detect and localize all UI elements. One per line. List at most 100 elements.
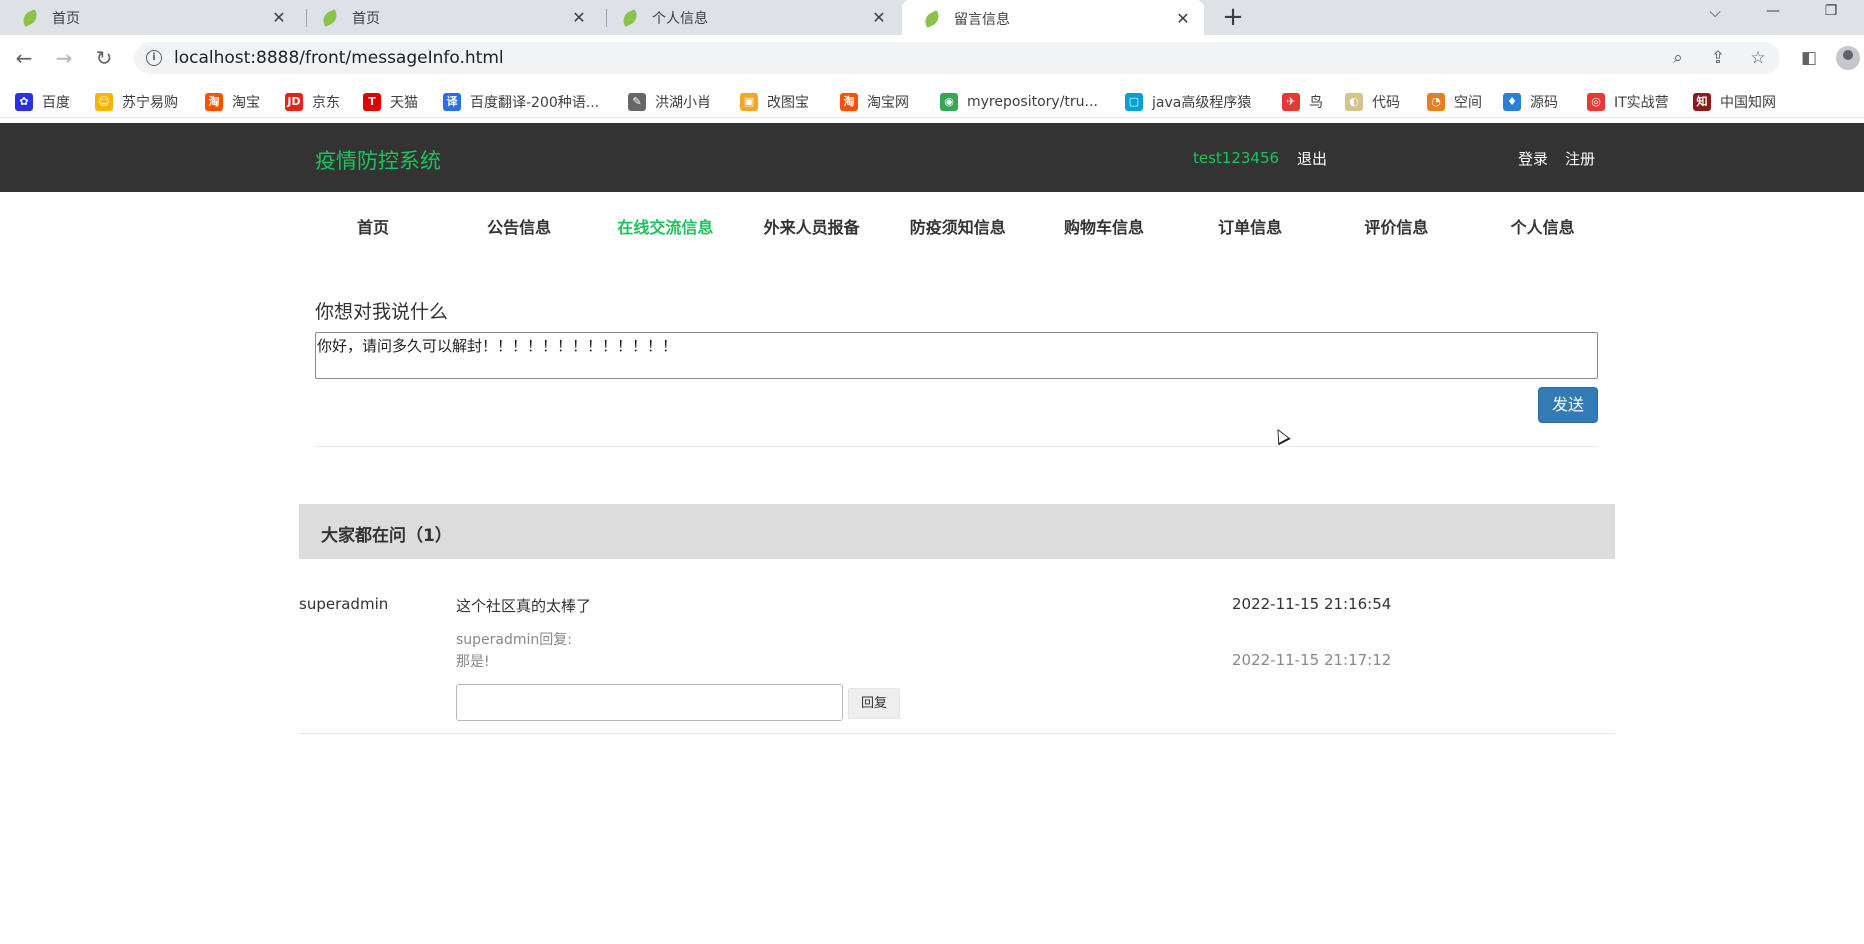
bookmark-item[interactable]: JD 京东 <box>285 90 340 114</box>
message-prompt-label: 你想对我说什么 <box>315 301 449 323</box>
leaf-favicon-icon <box>922 9 942 28</box>
bookmark-label: 天猫 <box>390 95 418 111</box>
nav-item[interactable]: 评价信息 <box>1323 214 1469 238</box>
bookmark-label: myrepository/tru... <box>967 94 1098 110</box>
bookmarks-bar: ✿ 百度 ☺ 苏宁易购淘淘宝 JD 京东 T 天猫译百度翻译-200种语... ✎ 洪湖小肖 ▣ 改图… <box>0 86 1864 118</box>
bookmark-label: java高级程序猿 <box>1152 95 1252 111</box>
bookmark-item[interactable]: ✎ 洪湖小肖 <box>628 90 711 114</box>
nav-item[interactable]: 个人信息 <box>1470 214 1616 238</box>
tab-title: 个人信息 <box>652 10 708 27</box>
bookmark-item[interactable]: T 天猫 <box>363 90 418 114</box>
bookmark-label: IT实战营 <box>1614 95 1669 111</box>
bookmark-item[interactable]: ◉ myrepository/tru... <box>940 90 1098 114</box>
address-bar[interactable]: i localhost:8888/front/messageInfo.html … <box>134 42 1780 74</box>
bookmark-item[interactable]: ▣ 改图宝 <box>740 90 809 114</box>
tmall-icon: T <box>363 93 381 111</box>
tab-close-icon[interactable]: ✕ <box>1174 9 1192 28</box>
bookmark-label: 中国知网 <box>1720 95 1776 111</box>
bookmark-label: 淘宝网 <box>867 95 909 111</box>
baidu-paw-icon: ✿ <box>15 93 33 111</box>
chrome-icon: ◉ <box>940 93 958 111</box>
nav-item[interactable]: 外来人员报备 <box>739 214 885 238</box>
back-arrow-icon[interactable]: ← <box>10 44 38 72</box>
logout-link[interactable]: 退出 <box>1297 148 1327 169</box>
forward-arrow-icon[interactable]: → <box>50 44 78 72</box>
leaf-favicon-icon <box>20 8 40 27</box>
tab-close-icon[interactable]: ✕ <box>570 8 588 27</box>
login-link[interactable]: 登录 <box>1518 148 1548 169</box>
bookmark-item[interactable]: ◔ 空间 <box>1427 90 1482 114</box>
zoom-icon[interactable]: ⌕ <box>1668 48 1688 68</box>
minimize-icon[interactable]: — <box>1758 3 1788 27</box>
bookmark-label: 淘宝 <box>232 95 260 111</box>
bilibili-icon: ▢ <box>1125 93 1143 111</box>
side-panel-icon[interactable]: ◧ <box>1797 46 1821 70</box>
tab-title: 留言信息 <box>954 11 1010 28</box>
reply-input[interactable] <box>456 684 843 721</box>
bookmark-item[interactable]: ▢ java高级程序猿 <box>1125 90 1251 114</box>
site-header: 疫情防控系统 test123456 退出 登录 注册 <box>0 123 1864 192</box>
bookmark-item[interactable]: ✿ 百度 <box>15 90 70 114</box>
bookmark-label: 百度 <box>42 95 70 111</box>
bookmark-item[interactable]: 知中国知网 <box>1693 90 1776 114</box>
bookmark-item[interactable]: ✈ 鸟 <box>1282 90 1323 114</box>
bookmark-star-icon[interactable]: ☆ <box>1748 48 1768 68</box>
profile-avatar-icon[interactable] <box>1836 46 1860 70</box>
nav-item[interactable]: 首页 <box>300 214 446 238</box>
hongtu-icon: ✎ <box>628 93 646 111</box>
taobao-net-icon: 淘 <box>840 93 858 111</box>
tab-close-icon[interactable]: ✕ <box>270 8 288 27</box>
browser-tab[interactable]: 首页 ✕ <box>300 0 600 35</box>
tab-close-icon[interactable]: ✕ <box>870 8 888 27</box>
nav-item[interactable]: 公告信息 <box>446 214 592 238</box>
new-tab-button[interactable]: + <box>1218 3 1248 33</box>
browser-tabstrip: 首页 ✕ 首页 ✕ 个人信息 ✕ 留言信息 ✕ + ⌵ — ❐ <box>0 0 1864 37</box>
browser-tab[interactable]: 个人信息 ✕ <box>600 0 900 35</box>
url-text[interactable]: localhost:8888/front/messageInfo.html <box>174 48 504 68</box>
bookmark-label: 百度翻译-200种语... <box>470 95 600 111</box>
main-nav: 首页 公告信息 在线交流信息 外来人员报备 防疫须知信息 购物车信息 订单信息 评价信息 个人信… <box>300 192 1616 257</box>
cnki-icon: 知 <box>1693 93 1711 111</box>
bookmark-item[interactable]: ♦ 源码 <box>1503 90 1558 114</box>
mouse-cursor-icon <box>1271 425 1291 446</box>
bookmark-item[interactable]: 淘淘宝网 <box>840 90 909 114</box>
bookmark-label: 改图宝 <box>767 95 809 111</box>
bookmark-label: 苏宁易购 <box>122 95 178 111</box>
baidu-translate-icon: 译 <box>443 93 461 111</box>
register-link[interactable]: 注册 <box>1565 148 1595 169</box>
bookmark-item[interactable]: 淘淘宝 <box>205 90 260 114</box>
bookmark-label: 源码 <box>1530 95 1558 111</box>
nav-item[interactable]: 在线交流信息 <box>592 214 738 238</box>
bookmark-item[interactable]: ◐ 代码 <box>1345 90 1400 114</box>
question-timestamp: 2022-11-15 21:16:54 <box>1232 595 1392 613</box>
tab-title: 首页 <box>352 10 380 27</box>
nav-item[interactable]: 订单信息 <box>1177 214 1323 238</box>
nav-item[interactable]: 防疫须知信息 <box>885 214 1031 238</box>
share-icon[interactable]: ⇪ <box>1708 48 1728 68</box>
bookmark-label: 代码 <box>1372 95 1400 111</box>
bookmark-label: 京东 <box>312 95 340 111</box>
reply-button[interactable]: 回复 <box>848 688 900 719</box>
suning-icon: ☺ <box>95 93 113 111</box>
tab-search-chevron-icon[interactable]: ⌵ <box>1700 3 1730 27</box>
leaf-favicon-icon <box>320 8 340 27</box>
gaitubao-icon: ▣ <box>740 93 758 111</box>
site-logo[interactable]: 疫情防控系统 <box>315 145 441 175</box>
it-camp-icon: ◎ <box>1587 93 1605 111</box>
bookmark-item[interactable]: ◎ IT实战营 <box>1587 90 1669 114</box>
current-username[interactable]: test123456 <box>1193 149 1279 167</box>
message-input[interactable] <box>315 332 1598 379</box>
browser-toolbar: ← → ↻ i localhost:8888/front/messageInfo… <box>0 37 1864 79</box>
browser-tab-active[interactable]: 留言信息 ✕ <box>902 0 1204 37</box>
qa-section-title: 大家都在问（1） <box>321 526 452 546</box>
reply-timestamp: 2022-11-15 21:17:12 <box>1232 651 1392 669</box>
reload-icon[interactable]: ↻ <box>90 44 118 72</box>
browser-tab[interactable]: 首页 ✕ <box>0 0 300 35</box>
site-info-icon[interactable]: i <box>146 50 162 66</box>
bookmark-item[interactable]: ☺ 苏宁易购 <box>95 90 178 114</box>
send-button[interactable]: 发送 <box>1538 387 1598 423</box>
nav-item[interactable]: 购物车信息 <box>1031 214 1177 238</box>
bookmark-label: 洪湖小肖 <box>655 95 711 111</box>
bookmark-item[interactable]: 译百度翻译-200种语... <box>443 90 599 114</box>
restore-icon[interactable]: ❐ <box>1816 3 1846 27</box>
